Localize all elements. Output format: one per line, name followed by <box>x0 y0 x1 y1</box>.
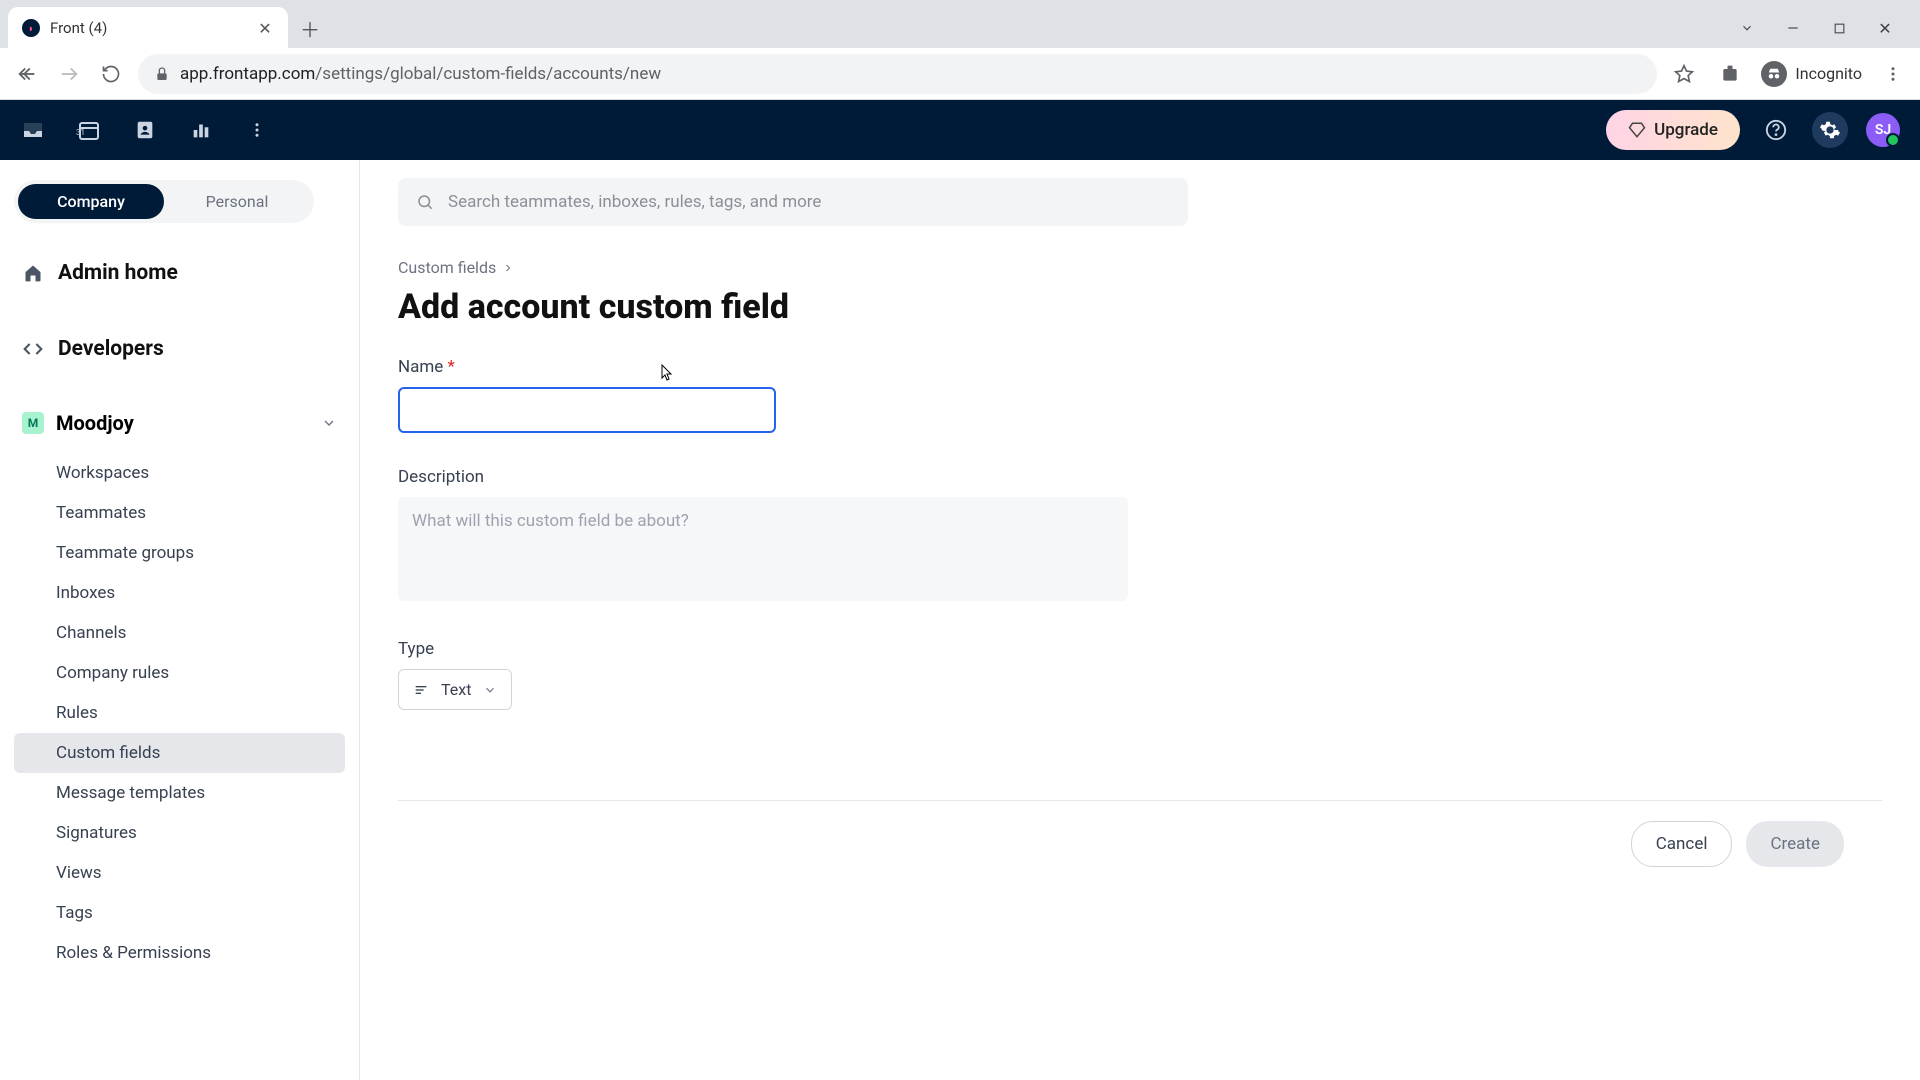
admin-home-link[interactable]: Admin home <box>14 251 345 295</box>
more-icon[interactable] <box>244 117 270 143</box>
sidebar-item[interactable]: Message templates <box>14 773 345 813</box>
help-icon[interactable] <box>1758 112 1794 148</box>
browser-chrome: ◗ Front (4) ✕ ＋ ✕ app.frontapp.com/setti… <box>0 0 1920 100</box>
breadcrumb[interactable]: Custom fields <box>398 258 1882 277</box>
sidebar-item[interactable]: Tags <box>14 893 345 933</box>
search-input[interactable] <box>448 192 1170 212</box>
type-select[interactable]: Text <box>398 669 512 710</box>
search-icon <box>416 193 434 211</box>
home-icon <box>22 262 44 284</box>
url-host: app.frontapp.com/settings/global/custom-… <box>180 64 661 84</box>
sidebar-item[interactable]: Teammates <box>14 493 345 533</box>
sidebar-item[interactable]: Views <box>14 853 345 893</box>
tabs-dropdown-icon[interactable] <box>1738 19 1756 37</box>
org-toggle[interactable]: M Moodjoy <box>14 403 345 443</box>
text-type-icon <box>413 682 429 698</box>
calendar-icon[interactable]: 31 <box>76 117 102 143</box>
favicon-icon: ◗ <box>22 19 40 37</box>
tab-title: Front (4) <box>50 19 246 37</box>
sidebar-item[interactable]: Custom fields <box>14 733 345 773</box>
description-input[interactable] <box>398 497 1128 601</box>
diamond-icon <box>1628 121 1646 139</box>
sidebar-item[interactable]: Channels <box>14 613 345 653</box>
app-header: 31 Upgrade SJ <box>0 100 1920 160</box>
form-footer: Cancel Create <box>398 800 1882 887</box>
form: Name * Description Type Text <box>398 357 1138 710</box>
sidebar-item[interactable]: Teammate groups <box>14 533 345 573</box>
tab-bar: ◗ Front (4) ✕ ＋ ✕ <box>0 0 1920 48</box>
extensions-icon[interactable] <box>1715 59 1745 89</box>
search-row <box>360 160 1920 244</box>
bookmark-icon[interactable] <box>1669 59 1699 89</box>
org-name: Moodjoy <box>56 411 309 435</box>
browser-tab[interactable]: ◗ Front (4) ✕ <box>8 7 288 49</box>
create-button[interactable]: Create <box>1746 821 1844 867</box>
settings-icon[interactable] <box>1812 112 1848 148</box>
scope-toggle: Company Personal <box>14 180 314 223</box>
avatar[interactable]: SJ <box>1866 113 1900 147</box>
chevron-down-icon <box>483 683 497 697</box>
toggle-personal[interactable]: Personal <box>164 184 310 219</box>
sidebar-item[interactable]: Workspaces <box>14 453 345 493</box>
forward-icon[interactable] <box>54 59 84 89</box>
search-box[interactable] <box>398 178 1188 226</box>
content: Custom fields Add account custom field N… <box>360 244 1920 1080</box>
contacts-icon[interactable] <box>132 117 158 143</box>
name-input[interactable] <box>398 387 776 433</box>
window-controls: ✕ <box>1738 19 1912 37</box>
upgrade-button[interactable]: Upgrade <box>1606 110 1740 150</box>
incognito-icon <box>1761 61 1787 87</box>
description-label: Description <box>398 467 1138 487</box>
analytics-icon[interactable] <box>188 117 214 143</box>
url-box[interactable]: app.frontapp.com/settings/global/custom-… <box>138 54 1657 94</box>
sidebar-item[interactable]: Company rules <box>14 653 345 693</box>
cancel-button[interactable]: Cancel <box>1631 821 1733 867</box>
close-icon[interactable]: ✕ <box>256 19 274 37</box>
sidebar-item[interactable]: Roles & Permissions <box>14 933 345 973</box>
window-close-icon[interactable]: ✕ <box>1876 19 1894 37</box>
sidebar-item[interactable]: Rules <box>14 693 345 733</box>
app-body: Company Personal Admin home Developers M… <box>0 160 1920 1080</box>
address-bar: app.frontapp.com/settings/global/custom-… <box>0 48 1920 100</box>
reload-icon[interactable] <box>96 59 126 89</box>
maximize-icon[interactable] <box>1830 19 1848 37</box>
lock-icon <box>154 66 170 82</box>
back-icon[interactable] <box>12 59 42 89</box>
page-title: Add account custom field <box>398 287 1882 327</box>
type-label: Type <box>398 639 1138 659</box>
sidebar-list: WorkspacesTeammatesTeammate groupsInboxe… <box>14 453 345 973</box>
new-tab-button[interactable]: ＋ <box>300 14 320 43</box>
developers-link[interactable]: Developers <box>14 327 345 371</box>
name-label: Name * <box>398 357 1138 377</box>
sidebar: Company Personal Admin home Developers M… <box>0 160 360 1080</box>
inbox-icon[interactable] <box>20 117 46 143</box>
toggle-company[interactable]: Company <box>18 184 164 219</box>
code-icon <box>22 338 44 360</box>
incognito-badge[interactable]: Incognito <box>1761 61 1862 87</box>
sidebar-item[interactable]: Inboxes <box>14 573 345 613</box>
sidebar-item[interactable]: Signatures <box>14 813 345 853</box>
chevron-right-icon <box>502 262 514 274</box>
chevron-down-icon <box>321 415 337 431</box>
main: Custom fields Add account custom field N… <box>360 160 1920 1080</box>
kebab-icon[interactable] <box>1878 59 1908 89</box>
org-badge: M <box>22 412 44 434</box>
minimize-icon[interactable] <box>1784 19 1802 37</box>
